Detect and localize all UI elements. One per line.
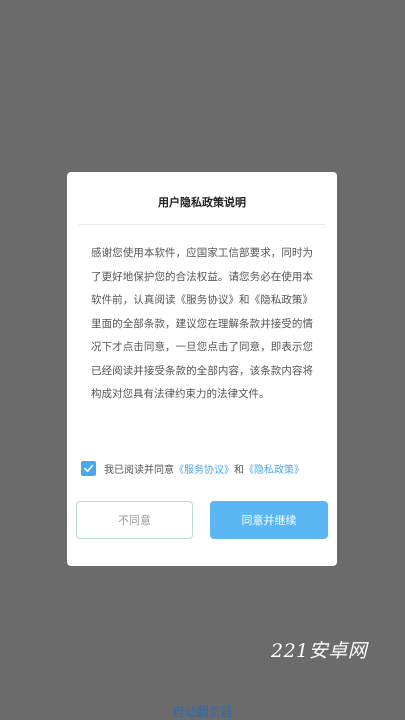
agree-conjunction: 和 xyxy=(234,465,244,476)
site-watermark: 221安卓网 xyxy=(271,640,368,662)
agree-prefix-text: 我已阅读并同意 xyxy=(104,465,174,476)
privacy-policy-link[interactable]: 《隐私政策》 xyxy=(244,461,304,476)
privacy-policy-dialog: 用户隐私政策说明 感谢您使用本软件，应国家工信部要求，同时为了更好地保护您的合法… xyxy=(67,172,337,566)
decline-button[interactable]: 不同意 xyxy=(76,501,193,539)
checkmark-icon xyxy=(84,464,93,473)
dialog-title: 用户隐私政策说明 xyxy=(158,196,246,209)
accept-continue-button[interactable]: 同意并继续 xyxy=(210,501,328,539)
agreement-row: 我已阅读并同意 《服务协议》 和 《隐私政策》 xyxy=(81,460,331,477)
title-divider xyxy=(79,224,325,225)
agree-checkbox[interactable] xyxy=(81,461,96,476)
service-agreement-link[interactable]: 《服务协议》 xyxy=(174,461,234,476)
auto-page-turner-link[interactable]: 自动翻页器 xyxy=(0,703,405,720)
dialog-body-text: 感谢您使用本软件，应国家工信部要求，同时为了更好地保护您的合法权益。请您务必在使… xyxy=(91,247,313,400)
